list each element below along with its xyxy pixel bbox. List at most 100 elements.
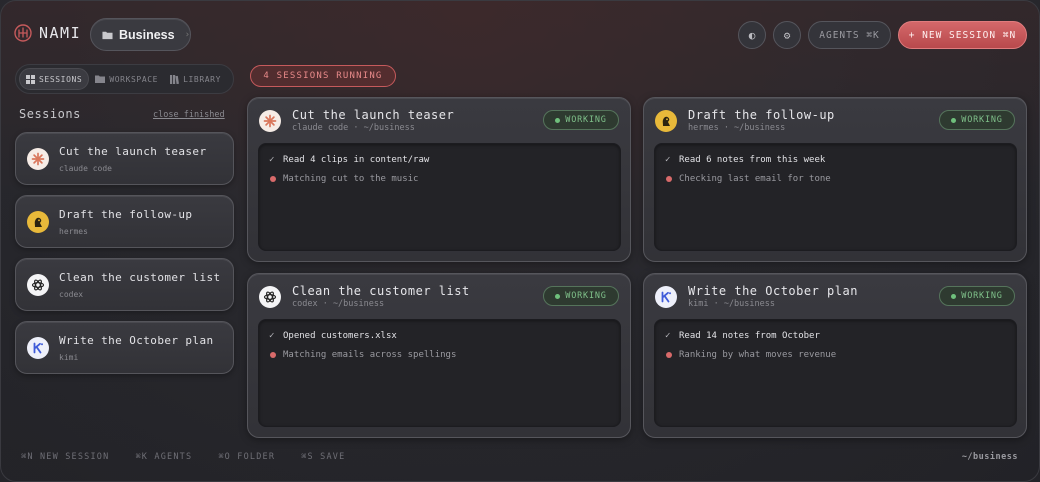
current-path: ~/business	[961, 452, 1018, 462]
sidebar-item-agent: hermes	[59, 227, 88, 236]
folder-icon	[95, 75, 106, 83]
check-icon: ✓	[665, 331, 671, 341]
session-card-october-plan[interactable]: Write the October plan kimi · ~/business…	[643, 273, 1027, 438]
card-title: Write the October plan	[688, 284, 858, 298]
nami-logo-icon	[14, 24, 32, 42]
theme-toggle-button[interactable]: ◐	[738, 21, 766, 49]
log-text: Read 14 notes from October	[679, 331, 820, 341]
folder-icon	[102, 31, 113, 39]
status-dot-icon	[951, 293, 957, 299]
shortcut-save: ⌘S SAVE	[301, 452, 346, 462]
settings-button[interactable]: ⚙	[773, 21, 801, 49]
session-card-customer-list[interactable]: Clean the customer list codex · ~/busine…	[247, 273, 631, 438]
books-icon	[170, 74, 180, 84]
activity-log: ✓ Read 14 notes from October Ranking by …	[654, 319, 1017, 427]
log-text: Opened customers.xlsx	[283, 331, 397, 341]
log-text: Matching cut to the music	[283, 174, 419, 184]
sessions-running-badge: 4 SESSIONS RUNNING	[250, 65, 396, 87]
log-line-active: Checking last email for tone	[665, 172, 1006, 186]
card-title: Draft the follow-up	[688, 108, 835, 122]
log-text: Checking last email for tone	[679, 174, 831, 184]
kimi-icon	[27, 337, 49, 359]
status-badge: WORKING	[543, 286, 619, 306]
log-line-active: Matching cut to the music	[269, 172, 610, 186]
shortcut-bar: ⌘N NEW SESSION ⌘K AGENTS ⌘O FOLDER ⌘S SA…	[21, 452, 371, 462]
hermes-icon	[27, 211, 49, 233]
codex-icon	[27, 274, 49, 296]
tab-workspace-label: WORKSPACE	[109, 74, 159, 84]
close-finished-link[interactable]: close finished	[153, 110, 225, 120]
brand-name: NAMI	[39, 24, 82, 42]
tab-workspace[interactable]: WORKSPACE	[89, 68, 164, 90]
check-icon: ✓	[269, 155, 275, 165]
shortcut-new-session: ⌘N NEW SESSION	[21, 452, 110, 462]
log-text: Read 6 notes from this week	[679, 155, 826, 165]
sidebar-title: Sessions	[19, 107, 81, 121]
sidebar-item-agent: kimi	[59, 353, 79, 362]
activity-log: ✓ Read 4 clips in content/raw Matching c…	[258, 143, 621, 251]
card-subtitle: kimi · ~/business	[688, 299, 775, 309]
shortcut-folder: ⌘O FOLDER	[218, 452, 276, 462]
card-title: Clean the customer list	[292, 284, 470, 298]
sidebar-item-customer-list[interactable]: Clean the customer list codex	[15, 258, 234, 311]
workspace-label: Business	[118, 27, 175, 42]
log-line-done: ✓ Read 4 clips in content/raw	[269, 153, 610, 167]
sidebar-item-title: Write the October plan	[59, 334, 214, 347]
workspace-selector[interactable]: Business ›	[90, 18, 191, 51]
log-text: Matching emails across spellings	[283, 350, 457, 360]
new-session-button[interactable]: + NEW SESSION ⌘N	[898, 21, 1027, 49]
claude-icon	[259, 110, 281, 132]
status-dot-icon	[555, 117, 561, 123]
log-text: Read 4 clips in content/raw	[283, 155, 430, 165]
progress-dot-icon	[666, 352, 672, 358]
sidebar-item-title: Cut the launch teaser	[59, 145, 207, 158]
log-line-active: Matching emails across spellings	[269, 348, 610, 362]
sidebar-item-agent: claude code	[59, 164, 112, 173]
status-badge: WORKING	[939, 110, 1015, 130]
log-text: Ranking by what moves revenue	[679, 350, 837, 360]
check-icon: ✓	[269, 331, 275, 341]
tab-library-label: LIBRARY	[183, 74, 222, 84]
nav-tabs: SESSIONS WORKSPACE LIBRARY	[15, 64, 234, 94]
sidebar-item-launch-teaser[interactable]: Cut the launch teaser claude code	[15, 132, 234, 185]
status-badge: WORKING	[939, 286, 1015, 306]
progress-dot-icon	[666, 176, 672, 182]
sidebar-item-title: Clean the customer list	[59, 271, 221, 284]
log-line-done: ✓ Opened customers.xlsx	[269, 329, 610, 343]
session-card-launch-teaser[interactable]: Cut the launch teaser claude code · ~/bu…	[247, 97, 631, 262]
activity-log: ✓ Read 6 notes from this week Checking l…	[654, 143, 1017, 251]
status-label: WORKING	[565, 291, 607, 301]
progress-dot-icon	[270, 352, 276, 358]
session-card-follow-up[interactable]: Draft the follow-up hermes · ~/business …	[643, 97, 1027, 262]
log-line-done: ✓ Read 6 notes from this week	[665, 153, 1006, 167]
codex-icon	[259, 286, 281, 308]
log-line-active: Ranking by what moves revenue	[665, 348, 1006, 362]
check-icon: ✓	[665, 155, 671, 165]
contrast-icon: ◐	[748, 28, 756, 42]
card-subtitle: claude code · ~/business	[292, 123, 415, 133]
status-dot-icon	[951, 117, 957, 123]
status-label: WORKING	[565, 115, 607, 125]
claude-icon	[27, 148, 49, 170]
grid-icon	[26, 74, 35, 84]
brand: NAMI	[13, 23, 81, 43]
sidebar-item-agent: codex	[59, 290, 84, 299]
status-dot-icon	[555, 293, 561, 299]
app-window: NAMI Business › ◐ ⚙ AGENTS ⌘K + NEW SESS…	[0, 0, 1040, 482]
status-label: WORKING	[961, 115, 1003, 125]
card-title: Cut the launch teaser	[292, 108, 455, 122]
tab-sessions[interactable]: SESSIONS	[19, 68, 90, 90]
status-badge: WORKING	[543, 110, 619, 130]
card-subtitle: codex · ~/business	[292, 299, 385, 309]
agents-button[interactable]: AGENTS ⌘K	[808, 21, 891, 49]
progress-dot-icon	[270, 176, 276, 182]
sidebar-item-follow-up[interactable]: Draft the follow-up hermes	[15, 195, 234, 248]
tab-library[interactable]: LIBRARY	[164, 68, 227, 90]
log-line-done: ✓ Read 14 notes from October	[665, 329, 1006, 343]
tab-sessions-label: SESSIONS	[39, 74, 83, 84]
status-label: WORKING	[961, 291, 1003, 301]
sidebar-item-october-plan[interactable]: Write the October plan kimi	[15, 321, 234, 374]
kimi-icon	[655, 286, 677, 308]
chevron-right-icon: ›	[184, 29, 190, 40]
shortcut-agents: ⌘K AGENTS	[135, 452, 193, 462]
